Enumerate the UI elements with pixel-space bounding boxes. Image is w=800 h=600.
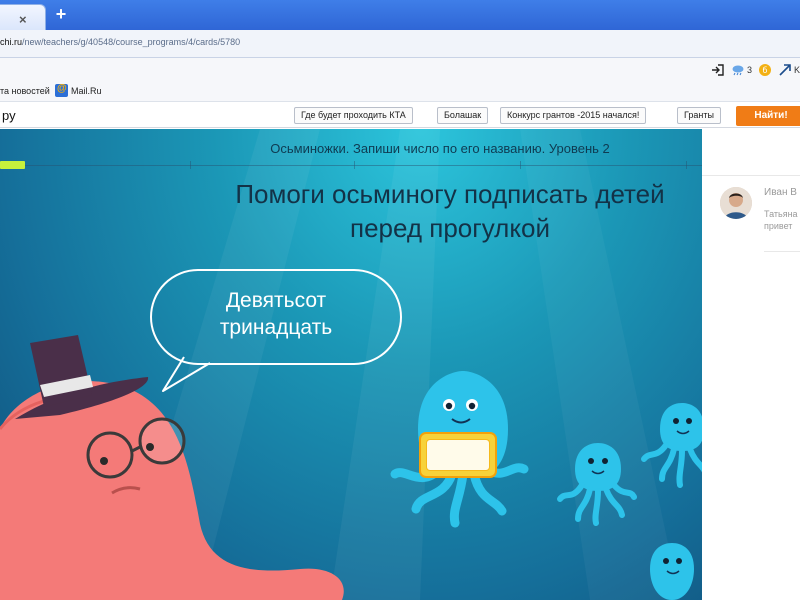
comment-snippet-line-1: Татьяна [764,209,798,219]
bookmark-news[interactable]: та новостей [0,86,50,96]
weather-value: 3 [746,65,752,75]
panel-divider [764,251,800,252]
url-text[interactable]: chi.ru/new/teachers/g/40548/course_progr… [0,37,240,47]
find-button[interactable]: Найти! [736,106,800,126]
search-suggestion-bolashak[interactable]: Болашак [437,107,489,124]
ruble-coin-icon[interactable]: б [758,63,772,77]
search-suggestion-kta[interactable]: Где будет проходить КТА [294,107,413,124]
panel-divider [702,175,800,176]
answer-input[interactable] [426,439,490,471]
comments-panel: Иван В Татьяна привет [702,129,800,600]
small-octopus-2 [641,403,702,488]
browser-toolbar: 3 б K [0,58,800,82]
url-path: /new/teachers/g/40548/course_programs/4/… [22,37,241,47]
url-host: chi.ru [0,37,23,47]
cloud-rain-icon [732,65,744,76]
blue-octopuses [390,371,702,600]
avatar[interactable] [720,187,752,219]
bookmarks-bar: та новостей Mail.Ru [0,82,800,102]
comment-snippet: Татьяна привет [764,208,798,232]
small-octopus-3 [650,543,694,600]
search-input[interactable] [0,105,288,126]
extension-button[interactable]: K [778,63,800,77]
browser-tab[interactable]: × [0,4,46,30]
commenter-name[interactable]: Иван В [764,187,797,198]
new-tab-button[interactable]: + [52,4,70,24]
comment-snippet-line-2: привет [764,221,793,231]
extension-label: K [793,65,800,75]
tab-close-icon[interactable]: × [19,12,27,27]
extension-arrow-icon [779,64,791,76]
address-bar[interactable]: chi.ru/new/teachers/g/40548/course_progr… [0,30,800,58]
small-octopus-1 [557,443,637,526]
search-toolbar: Где будет проходить КТА Болашак Конкурс … [0,103,800,128]
sign-in-icon[interactable] [711,63,725,77]
svg-text:б: б [763,66,768,75]
mailru-icon [55,83,68,97]
user-photo [720,187,752,219]
search-suggestion-grants-contest[interactable]: Конкурс грантов -2015 начался! [500,107,647,124]
weather-widget[interactable]: 3 [731,63,752,77]
game-canvas: Осьминожки. Запиши число по его названию… [0,129,702,600]
search-suggestion-grants[interactable]: Гранты [677,107,721,124]
bookmark-mailru-label: Mail.Ru [71,85,102,96]
bookmark-mailru[interactable]: Mail.Ru [55,83,102,97]
browser-tab-strip: × + [0,0,800,30]
